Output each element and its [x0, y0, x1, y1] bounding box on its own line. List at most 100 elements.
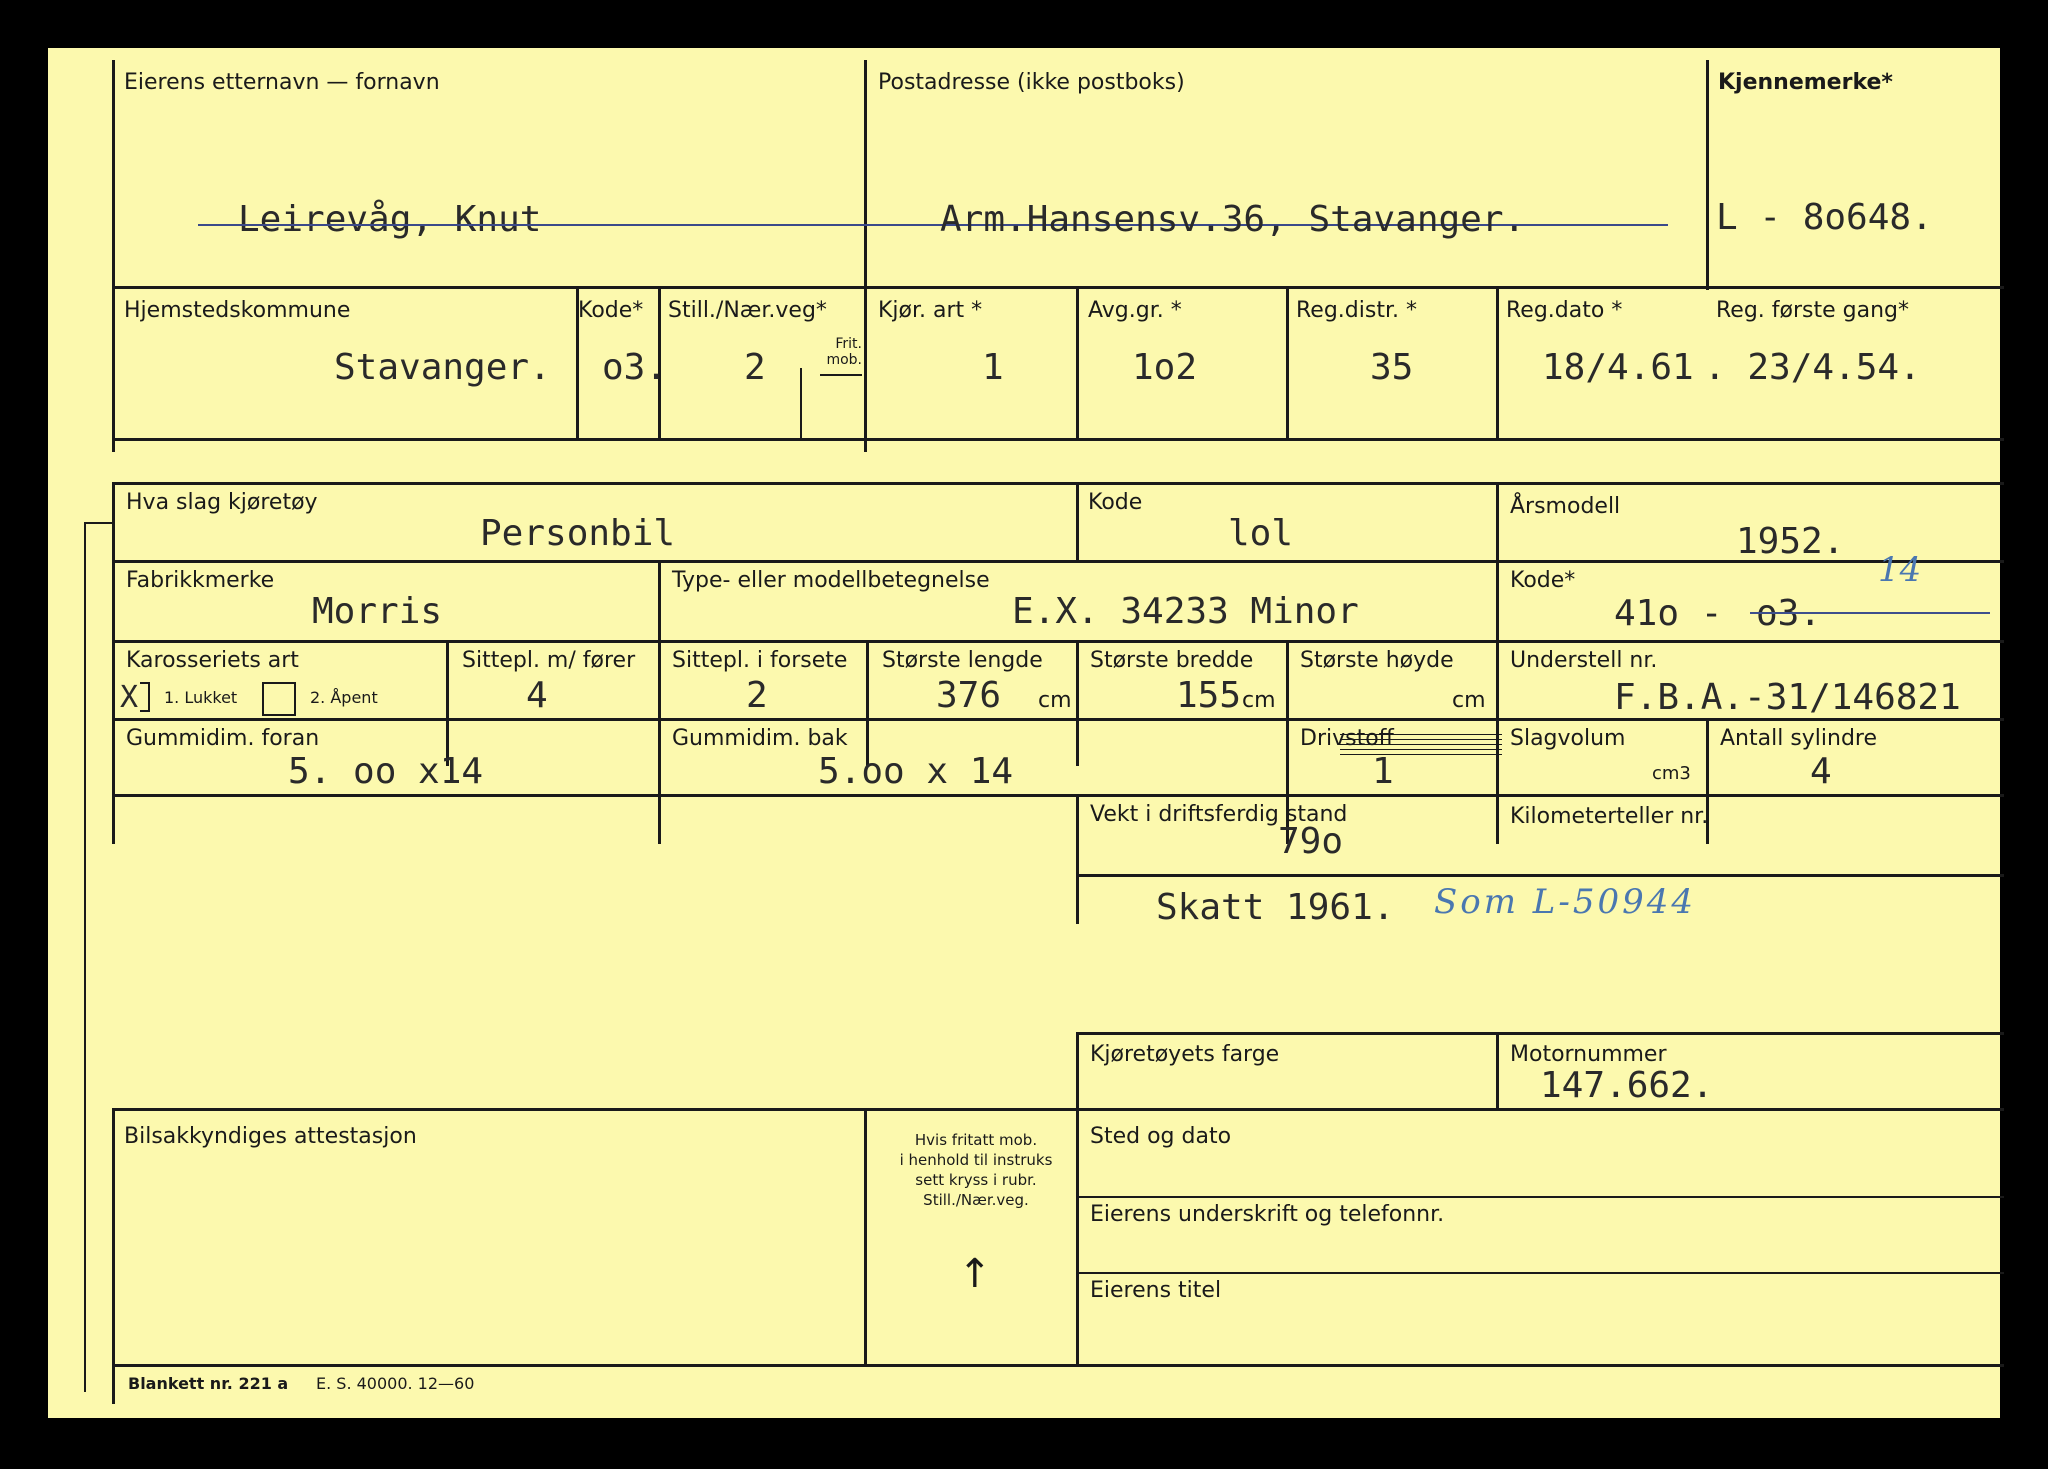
divider — [864, 1110, 867, 1366]
divider — [658, 562, 661, 844]
divider — [1496, 484, 1499, 844]
divider — [820, 374, 862, 376]
attest-label: Bilsakkyndiges attestasjon — [124, 1124, 417, 1149]
weight-value: 79o — [1278, 821, 1344, 862]
position-label: Still./Nær.veg* — [668, 298, 827, 323]
body-mark: X — [120, 680, 139, 715]
row-line — [112, 1108, 2004, 1111]
signature-label: Eierens underskrift og telefonnr. — [1090, 1202, 1445, 1227]
place-date-label: Sted og dato — [1090, 1124, 1232, 1149]
divider — [1076, 484, 1079, 562]
code-label: Kode* — [578, 298, 644, 323]
reg-mark-label: Kjennemerke* — [1718, 70, 1893, 95]
divider — [1286, 288, 1289, 440]
row-line — [112, 1364, 2004, 1367]
width-label: Største bredde — [1090, 648, 1254, 673]
fuel-label: Drivstoff — [1300, 726, 1394, 751]
left-border — [112, 1108, 115, 1404]
margin-rule — [84, 522, 86, 1392]
chassis-label: Understell nr. — [1510, 648, 1658, 673]
row-line — [112, 438, 2004, 441]
reg-district-value: 35 — [1370, 347, 1414, 388]
attest-note-line: Still./Nær.veg. — [923, 1191, 1029, 1209]
model-year-value: 1952. — [1736, 521, 1845, 562]
kind-code-value: lol — [1228, 513, 1294, 554]
chassis-value: F.B.A.-31/146821 — [1614, 677, 1961, 718]
model-year-label: Årsmodell — [1510, 494, 1621, 519]
attest-note-line: i henhold til instruks — [899, 1151, 1053, 1169]
attest-note-line: sett kryss i rubr. — [915, 1171, 1037, 1189]
tyres-front-label: Gummidim. foran — [126, 726, 320, 751]
make-value: Morris — [312, 591, 443, 632]
reg-mark-value: L - 8o648. — [1716, 197, 1933, 238]
cylinders-value: 4 — [1810, 751, 1832, 792]
length-label: Største lengde — [882, 648, 1043, 673]
row-line — [112, 718, 2004, 721]
divider — [866, 642, 869, 766]
reg-district-label: Reg.distr. * — [1296, 298, 1417, 323]
row-line — [112, 794, 2004, 797]
row-line — [1076, 874, 2004, 877]
kind-code-label: Kode — [1088, 490, 1143, 515]
model-label: Type- eller modellbetegnelse — [672, 568, 990, 593]
seats-front-value: 2 — [746, 675, 768, 716]
tax-group-value: 1o2 — [1132, 347, 1198, 388]
make-code-struck: o3. — [1756, 593, 1822, 634]
drive-type-value: 1 — [982, 347, 1004, 388]
width-unit: cm — [1242, 688, 1276, 713]
divider — [864, 60, 867, 452]
divider — [800, 368, 802, 440]
odometer-label: Kilometerteller nr. — [1510, 804, 1709, 829]
divider — [1076, 796, 1079, 924]
tyres-rear-value: 5.oo x 14 — [818, 751, 1014, 792]
position-value: 2 — [744, 347, 766, 388]
municipality-value: Stavanger. — [334, 347, 551, 388]
first-reg-value: . 23/4.54. — [1704, 347, 1921, 388]
row-line — [1078, 1196, 2004, 1198]
divider — [1496, 1032, 1499, 1110]
make-code-handwritten: 14 — [1878, 550, 1922, 590]
body-option-closed: 1. Lukket — [164, 688, 238, 707]
divider — [1706, 60, 1709, 290]
owner-value: Leirevåg, Knut — [238, 199, 542, 240]
vehicle-kind-label: Hva slag kjøretøy — [126, 490, 318, 515]
model-value: E.X. 34233 Minor — [1012, 591, 1359, 632]
address-value: Arm.Hansensv.36, Stavanger. — [940, 199, 1526, 240]
height-label: Største høyde — [1300, 648, 1454, 673]
make-code-label: Kode* — [1510, 568, 1576, 593]
body-label: Karosseriets art — [126, 648, 299, 673]
address-label: Postadresse (ikke postboks) — [878, 70, 1185, 95]
tyres-front-value: 5. oo x14 — [288, 751, 484, 792]
code-value: o3. — [602, 347, 668, 388]
position-sub-label: Frit. mob. — [826, 336, 862, 368]
width-value: 155 — [1176, 675, 1242, 716]
reg-date-label: Reg.dato * — [1506, 298, 1623, 323]
tax-group-label: Avg.gr. * — [1088, 298, 1182, 323]
divider — [1076, 1032, 1079, 1366]
owner-label: Eierens etternavn — fornavn — [124, 70, 440, 95]
divider — [1076, 288, 1079, 440]
row-line — [112, 560, 1498, 563]
seats-front-label: Sittepl. i forsete — [672, 648, 848, 673]
displacement-label: Slagvolum — [1510, 726, 1626, 751]
attest-note: Hvis fritatt mob. i henhold til instruks… — [878, 1130, 1074, 1210]
margin-rule — [84, 522, 114, 524]
cylinders-label: Antall sylindre — [1720, 726, 1878, 751]
strikethrough-line — [1750, 612, 1990, 614]
colour-label: Kjøretøyets farge — [1090, 1042, 1280, 1067]
length-unit: cm — [1038, 688, 1072, 713]
footer-print-info: E. S. 40000. 12—60 — [316, 1374, 475, 1393]
row-line — [112, 482, 2004, 485]
divider — [1496, 288, 1499, 440]
body-option-open: 2. Åpent — [310, 688, 378, 707]
vehicle-kind-value: Personbil — [480, 513, 676, 554]
displacement-unit: cm3 — [1652, 763, 1691, 784]
row-line — [112, 640, 2004, 643]
body-option-closed-checkbox — [140, 682, 150, 712]
row-line — [1078, 1272, 2004, 1274]
arrow-up-icon: ↑ — [958, 1251, 992, 1297]
first-reg-label: Reg. første gang* — [1716, 298, 1910, 323]
length-value: 376 — [936, 675, 1002, 716]
seats-driver-label: Sittepl. m/ fører — [462, 648, 636, 673]
row-line — [1076, 1032, 2004, 1035]
